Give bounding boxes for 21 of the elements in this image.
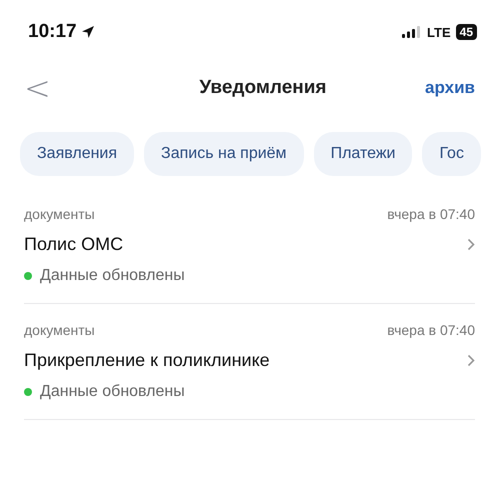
notification-title[interactable]: Полис ОМС [24, 234, 124, 255]
timestamp: вчера в 07:40 [387, 206, 475, 222]
category-label: документы [24, 322, 95, 338]
filter-chip[interactable]: Гос [422, 132, 481, 176]
chevron-right-icon [467, 238, 475, 251]
clock-time: 10:17 [28, 21, 77, 43]
timestamp: вчера в 07:40 [387, 322, 475, 338]
filter-chip[interactable]: Заявления [20, 132, 134, 176]
location-arrow-icon [80, 25, 95, 39]
archive-link[interactable]: архив [425, 78, 475, 98]
page-title: Уведомления [199, 77, 327, 99]
notification-title[interactable]: Прикрепление к поликлинике [24, 350, 270, 371]
status-text: Данные обновлены [40, 383, 185, 401]
signal-icon [402, 26, 422, 38]
status-text: Данные обновлены [40, 267, 185, 285]
category-label: документы [24, 206, 95, 222]
chevron-right-icon [467, 354, 475, 367]
filter-chip[interactable]: Запись на приём [144, 132, 304, 176]
battery-indicator: 45 [456, 24, 477, 40]
network-label: LTE [427, 24, 451, 40]
filter-chip[interactable]: Платежи [314, 132, 412, 176]
